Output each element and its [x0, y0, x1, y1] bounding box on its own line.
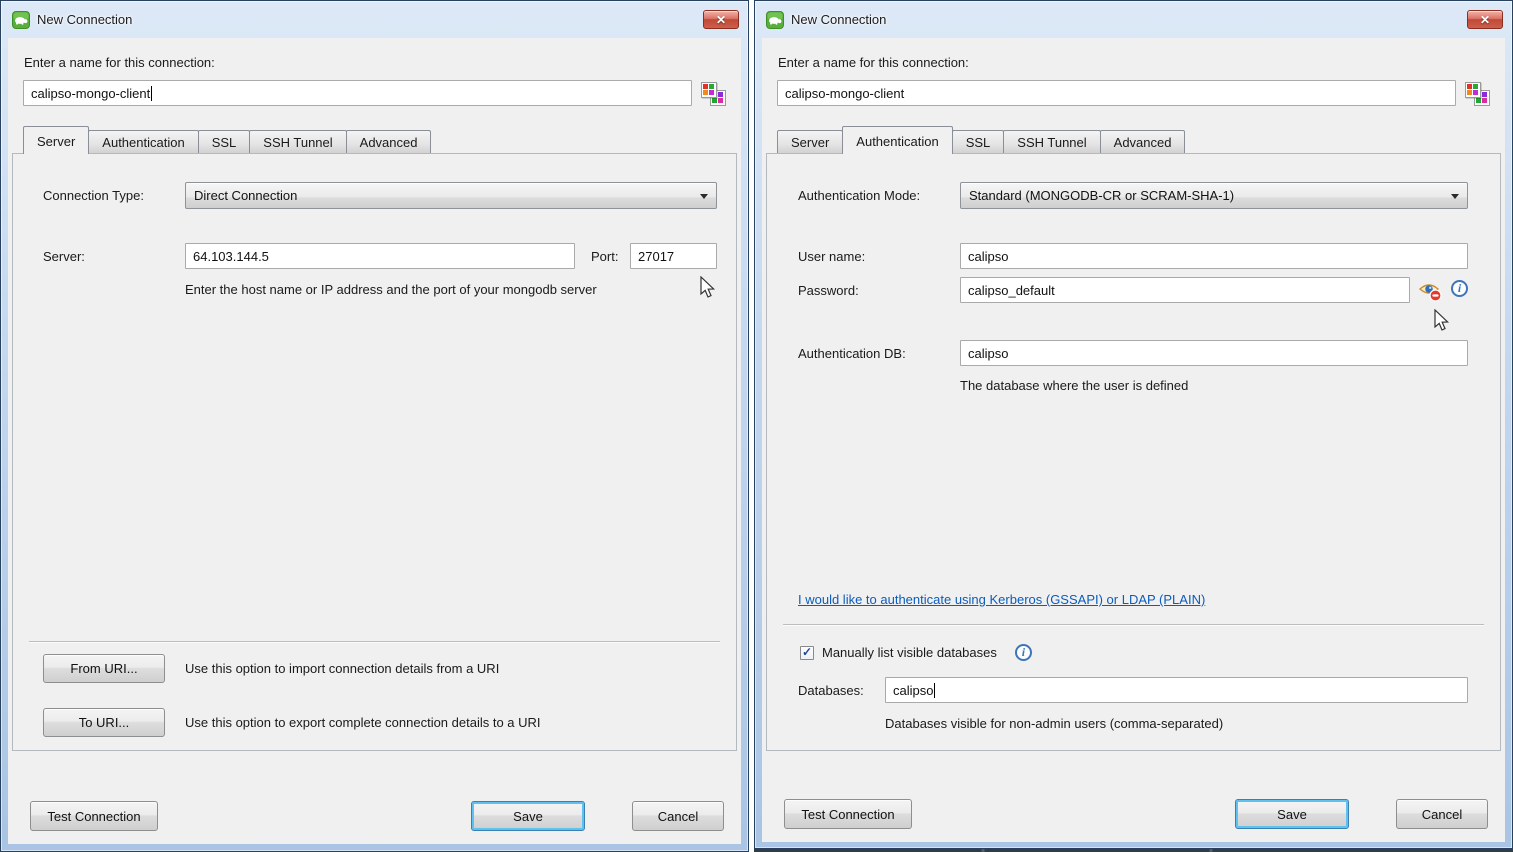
- titlebar[interactable]: New Connection ✕: [1, 1, 748, 38]
- titlebar[interactable]: New Connection ✕: [755, 1, 1512, 38]
- app-turtle-icon: [12, 11, 30, 29]
- manually-list-databases-checkbox[interactable]: ✓: [800, 646, 814, 660]
- dropdown-arrow-icon: [1451, 194, 1459, 199]
- color-palette-button[interactable]: [700, 81, 726, 106]
- auth-db-label: Authentication DB:: [798, 346, 906, 361]
- password-label: Password:: [798, 283, 859, 298]
- auth-mode-label: Authentication Mode:: [798, 188, 920, 203]
- palette-front-icon: [1465, 82, 1481, 98]
- new-connection-dialog-authentication: New Connection ✕ Enter a name for this c…: [754, 0, 1513, 849]
- close-button[interactable]: ✕: [1467, 10, 1503, 29]
- dialog-footer: Test Connection Save Cancel: [30, 801, 724, 831]
- username-label: User name:: [798, 249, 865, 264]
- tab-authentication[interactable]: Authentication: [88, 130, 198, 153]
- connection-name-label: Enter a name for this connection:: [778, 55, 1490, 70]
- password-input[interactable]: calipso_default: [960, 277, 1410, 303]
- tab-server[interactable]: Server: [777, 130, 843, 153]
- window-title: New Connection: [791, 12, 886, 27]
- connection-name-input[interactable]: calipso-mongo-client: [23, 80, 692, 106]
- databases-section-divider: [783, 624, 1484, 626]
- cancel-button[interactable]: Cancel: [1396, 799, 1488, 829]
- dialog-body: Enter a name for this connection: calips…: [762, 38, 1505, 842]
- tab-ssh-tunnel[interactable]: SSH Tunnel: [1003, 130, 1100, 153]
- window-title: New Connection: [37, 12, 132, 27]
- cancel-button[interactable]: Cancel: [632, 801, 724, 831]
- tab-ssl[interactable]: SSL: [198, 130, 251, 153]
- port-label: Port:: [591, 249, 618, 264]
- server-tab-pane: Connection Type: Direct Connection Serve…: [12, 153, 737, 751]
- to-uri-hint: Use this option to export complete conne…: [185, 715, 541, 730]
- mouse-cursor: [1433, 309, 1451, 333]
- close-button[interactable]: ✕: [703, 10, 739, 29]
- text-caret: [934, 683, 935, 698]
- tab-bar: Server Authentication SSL SSH Tunnel Adv…: [23, 126, 741, 153]
- new-connection-dialog-server: New Connection ✕ Enter a name for this c…: [0, 0, 749, 852]
- dropdown-arrow-icon: [700, 194, 708, 199]
- dialog-body: Enter a name for this connection: calips…: [8, 38, 741, 844]
- databases-info-icon[interactable]: i: [1015, 644, 1032, 661]
- auth-db-hint: The database where the user is defined: [960, 378, 1188, 393]
- tab-advanced[interactable]: Advanced: [1100, 130, 1186, 153]
- server-hint-text: Enter the host name or IP address and th…: [185, 282, 597, 297]
- connection-type-label: Connection Type:: [43, 188, 144, 203]
- text-caret: [151, 86, 152, 101]
- databases-label: Databases:: [798, 683, 864, 698]
- auth-mode-select[interactable]: Standard (MONGODB-CR or SCRAM-SHA-1): [960, 182, 1468, 209]
- databases-input[interactable]: calipso: [885, 677, 1468, 703]
- tab-server[interactable]: Server: [23, 126, 89, 154]
- username-input[interactable]: calipso: [960, 243, 1468, 269]
- connection-name-input[interactable]: calipso-mongo-client: [777, 80, 1456, 106]
- tab-authentication[interactable]: Authentication: [842, 126, 952, 154]
- port-input[interactable]: 27017: [630, 243, 717, 269]
- password-info-icon[interactable]: i: [1451, 280, 1468, 297]
- databases-hint: Databases visible for non-admin users (c…: [885, 716, 1223, 731]
- server-label: Server:: [43, 249, 85, 264]
- color-palette-button[interactable]: [1464, 81, 1490, 106]
- manually-list-databases-label: Manually list visible databases: [822, 645, 997, 660]
- to-uri-button[interactable]: To URI...: [43, 708, 165, 737]
- save-button[interactable]: Save: [471, 801, 585, 831]
- from-uri-hint: Use this option to import connection det…: [185, 661, 499, 676]
- server-input[interactable]: 64.103.144.5: [185, 243, 575, 269]
- mouse-cursor: [699, 276, 717, 300]
- uri-section-divider: [29, 641, 720, 643]
- kerberos-ldap-link[interactable]: I would like to authenticate using Kerbe…: [798, 592, 1205, 607]
- hide-password-eye-icon[interactable]: [1418, 280, 1442, 302]
- palette-front-icon: [701, 82, 717, 98]
- app-turtle-icon: [766, 11, 784, 29]
- close-icon: ✕: [716, 14, 726, 26]
- dialog-footer: Test Connection Save Cancel: [784, 799, 1488, 829]
- test-connection-button[interactable]: Test Connection: [30, 801, 158, 831]
- connection-name-label: Enter a name for this connection:: [24, 55, 726, 70]
- auth-db-input[interactable]: calipso: [960, 340, 1468, 366]
- authentication-tab-pane: Authentication Mode: Standard (MONGODB-C…: [766, 153, 1501, 751]
- tab-ssh-tunnel[interactable]: SSH Tunnel: [249, 130, 346, 153]
- connection-type-select[interactable]: Direct Connection: [185, 182, 717, 209]
- save-button[interactable]: Save: [1235, 799, 1349, 829]
- tab-ssl[interactable]: SSL: [952, 130, 1005, 153]
- tab-bar: Server Authentication SSL SSH Tunnel Adv…: [777, 126, 1505, 153]
- from-uri-button[interactable]: From URI...: [43, 654, 165, 683]
- checkbox-check-icon: ✓: [802, 646, 812, 658]
- test-connection-button[interactable]: Test Connection: [784, 799, 912, 829]
- tab-advanced[interactable]: Advanced: [346, 130, 432, 153]
- close-icon: ✕: [1480, 14, 1490, 26]
